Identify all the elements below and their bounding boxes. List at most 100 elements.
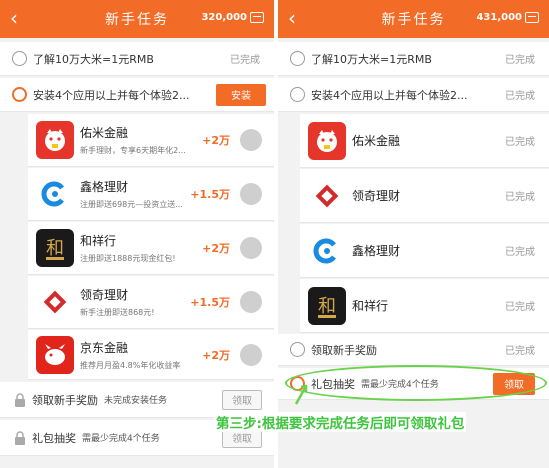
back-icon[interactable]: ‹ [288, 8, 296, 28]
select-circle[interactable] [240, 183, 262, 205]
app-name: 鑫格理财 [80, 180, 129, 194]
claim-button-disabled[interactable]: 领取 [222, 389, 262, 410]
app-item-hexiang[interactable]: 和 和祥行 注册即送1888元现金红包! +2万 [28, 222, 274, 275]
app-name: 佑米金融 [352, 134, 401, 148]
reward-amount: +2万 [202, 242, 230, 255]
lucky-cat-icon [36, 121, 74, 159]
task-label: 领取新手奖励 [311, 343, 377, 357]
app-name: 领奇理财 [80, 288, 129, 302]
coin-balance: 431,000 [476, 12, 539, 23]
status-text: 已完成 [505, 137, 535, 148]
app-info: 佑米金融 [352, 132, 505, 149]
highlight-ellipse [285, 365, 547, 401]
select-circle[interactable] [240, 129, 262, 151]
reward-amount: +2万 [202, 348, 230, 362]
status-text: 已完成 [505, 91, 535, 102]
task-install[interactable]: 安装4个应用以上并每个体验2... 安装 [0, 78, 274, 112]
status-text: 已完成 [505, 192, 535, 203]
app-name: 领奇理财 [352, 189, 401, 203]
task-label: 领取新手奖励 [32, 393, 98, 407]
task-label: 了解10万大米=1元RMB [311, 52, 432, 66]
lock-icon [15, 430, 25, 445]
red-diamond-logo-icon [36, 283, 74, 321]
pointer-arrow-icon [294, 384, 308, 405]
app-info: 鑫格理财 [352, 242, 505, 259]
jd-dog-logo-icon [36, 335, 74, 374]
coin-stack-icon [250, 12, 264, 23]
radio-icon[interactable] [290, 51, 305, 66]
select-circle[interactable] [240, 291, 262, 313]
lucky-cat-icon [308, 121, 346, 160]
task-hint: 未完成安装任务 [104, 396, 168, 406]
blue-c-logo-icon [308, 231, 346, 270]
reward-amount: +2万 [202, 134, 230, 147]
select-circle[interactable] [240, 343, 262, 366]
task-understand[interactable]: 了解10万大米=1元RMB 已完成 [0, 42, 274, 76]
task-hint: 需最少完成4个任务 [82, 434, 160, 444]
left-screen: ‹ 新手任务 320,000 了解10万大米=1元RMB 已完成 安装4个应用以… [0, 0, 274, 468]
page-title: 新手任务 [381, 12, 446, 28]
he-character-logo-icon: 和 [36, 229, 74, 267]
app-item-hexiang[interactable]: 和 和祥行 已完成 [300, 279, 549, 333]
app-info: 领奇理财 新手注册即送868元! [80, 286, 190, 318]
svg-text:和: 和 [318, 296, 336, 317]
status-text: 已完成 [505, 247, 535, 258]
task-label: 了解10万大米=1元RMB [33, 52, 154, 66]
task-install[interactable]: 安装4个应用以上并每个体验2... 已完成 [278, 78, 549, 112]
radio-icon[interactable] [12, 87, 27, 102]
app-name: 鑫格理财 [352, 244, 401, 258]
app-item-jd[interactable]: 京东金融 推荐月月盈4.8%年化收益率 +2万 [28, 330, 274, 380]
radio-icon[interactable] [290, 87, 305, 102]
app-item-xinge[interactable]: 鑫格理财 注册即送698元—投资立送... +1.5万 [28, 168, 274, 221]
coin-count: 431,000 [476, 12, 522, 23]
app-info: 京东金融 推荐月月盈4.8%年化收益率 [80, 339, 202, 371]
app-info: 鑫格理财 注册即送698元—投资立送... [80, 178, 190, 210]
back-icon[interactable]: ‹ [10, 8, 18, 28]
radio-icon[interactable] [290, 342, 305, 357]
app-desc: 新手注册即送868元! [80, 308, 155, 317]
task-label: 安装4个应用以上并每个体验2... [33, 88, 190, 102]
app-name: 佑米金融 [80, 126, 129, 140]
app-name: 和祥行 [80, 234, 117, 248]
app-item-lingqi[interactable]: 领奇理财 已完成 [300, 169, 549, 223]
app-info: 领奇理财 [352, 187, 505, 204]
app-item-youmi[interactable]: 佑米金融 已完成 [300, 114, 549, 168]
status-text: 已完成 [505, 302, 535, 313]
select-circle[interactable] [240, 237, 262, 259]
radio-icon[interactable] [12, 51, 27, 66]
status-text: 已完成 [505, 55, 535, 66]
install-button[interactable]: 安装 [216, 83, 266, 106]
status-text: 已完成 [230, 55, 260, 66]
reward-amount: +1.5万 [190, 188, 230, 201]
reward-amount: +1.5万 [190, 296, 230, 309]
app-info: 佑米金融 新手理财，专享6天期年化2... [80, 124, 202, 156]
coin-count: 320,000 [201, 12, 247, 23]
app-desc: 推荐月月盈4.8%年化收益率 [80, 360, 181, 370]
task-label: 安装4个应用以上并每个体验2... [311, 88, 468, 102]
blue-c-logo-icon [36, 175, 74, 213]
app-info: 和祥行 注册即送1888元现金红包! [80, 232, 202, 264]
app-name: 和祥行 [352, 299, 389, 313]
status-text: 已完成 [505, 346, 535, 357]
task-claim-reward[interactable]: 领取新手奖励 已完成 [278, 334, 549, 366]
page-title: 新手任务 [105, 12, 169, 28]
task-label: 礼包抽奖 [32, 431, 76, 445]
app-desc: 注册即送698元—投资立送... [80, 200, 183, 209]
task-understand[interactable]: 了解10万大米=1元RMB 已完成 [278, 42, 549, 76]
app-desc: 注册即送1888元现金红包! [80, 254, 176, 263]
svg-text:和: 和 [46, 238, 64, 259]
step-caption: 第三步:根据要求完成任务后即可领取礼包 [214, 412, 467, 432]
coin-stack-icon [525, 12, 539, 23]
app-info: 和祥行 [352, 297, 505, 314]
red-diamond-logo-icon [308, 176, 346, 215]
app-item-youmi[interactable]: 佑米金融 新手理财，专享6天期年化2... +2万 [28, 114, 274, 167]
app-item-lingqi[interactable]: 领奇理财 新手注册即送868元! +1.5万 [28, 276, 274, 329]
coin-balance: 320,000 [201, 12, 264, 23]
he-character-logo-icon: 和 [308, 286, 346, 325]
left-header: ‹ 新手任务 320,000 [0, 0, 274, 38]
app-item-xinge[interactable]: 鑫格理财 已完成 [300, 224, 549, 278]
app-name: 京东金融 [80, 340, 129, 355]
lock-icon [15, 392, 25, 407]
app-desc: 新手理财，专享6天期年化2... [80, 146, 186, 155]
right-header: ‹ 新手任务 431,000 [278, 0, 549, 38]
